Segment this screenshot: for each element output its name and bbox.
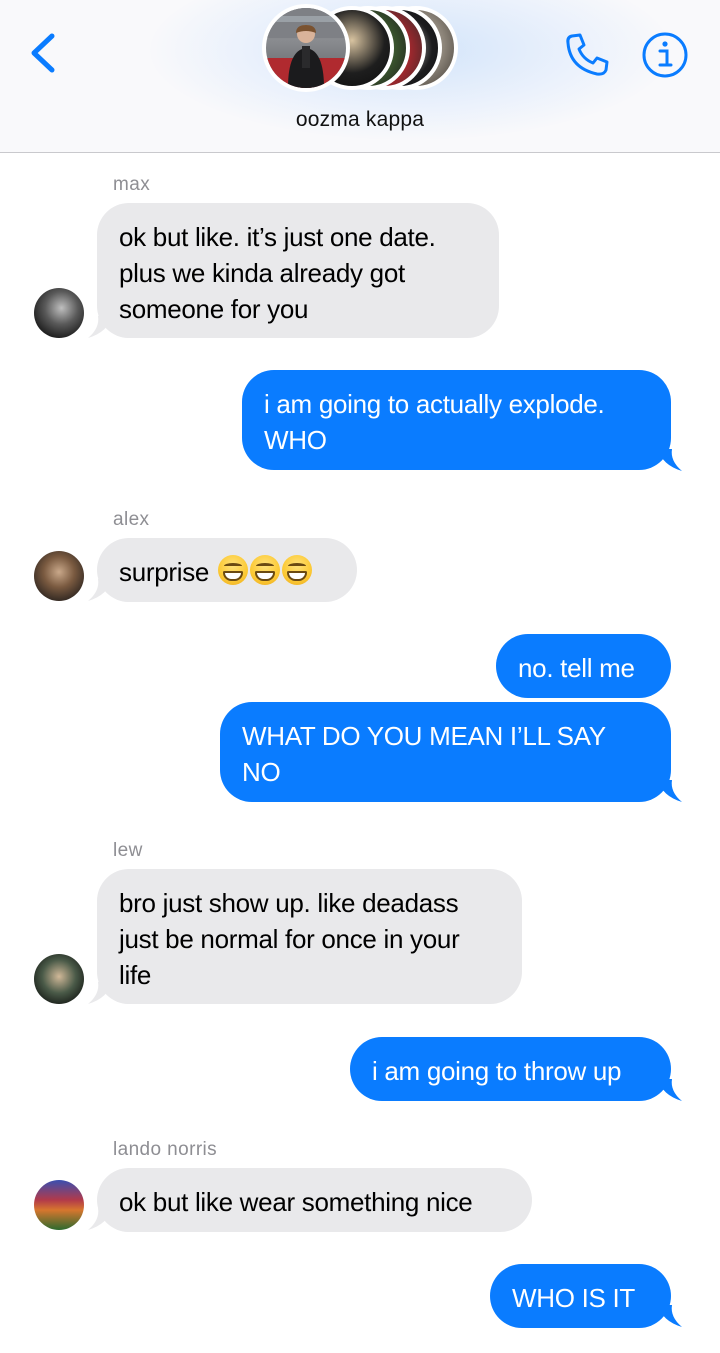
message-text: i am going to throw up	[372, 1056, 622, 1086]
message-line: life	[119, 960, 152, 990]
message-bubble[interactable]: i am going to throw up	[350, 1037, 671, 1101]
message-text: ok but like wear something nice	[119, 1187, 473, 1217]
message-line: ok but like. it’s just one date.	[119, 222, 436, 252]
message-bubble[interactable]: WHAT DO YOU MEAN I’LL SAY NO	[220, 702, 671, 802]
info-icon	[642, 32, 688, 78]
grinning-face-icon	[282, 555, 313, 585]
group-name[interactable]: oozma kappa	[0, 108, 720, 132]
message-text: surprise	[119, 557, 210, 587]
sender-name: max	[113, 174, 151, 195]
call-button[interactable]	[562, 30, 612, 80]
group-primary-avatar	[262, 4, 350, 92]
message-bubble[interactable]: WHO IS IT	[490, 1264, 671, 1328]
message-bubble[interactable]: i am going to actually explode. WHO	[242, 370, 671, 470]
message-line: bro just show up. like deadass	[119, 888, 459, 918]
grinning-face-icon	[250, 555, 281, 585]
message-bubble[interactable]: surprise	[97, 538, 357, 602]
message-bubble[interactable]: bro just show up. like deadass just be n…	[97, 869, 522, 1004]
message-line: just be normal for once in your	[119, 924, 460, 954]
sender-name: lando norris	[113, 1139, 218, 1160]
info-button[interactable]	[640, 30, 690, 80]
message-line: i am going to actually explode.	[264, 389, 605, 419]
message-line: NO	[242, 757, 281, 787]
message-line: WHAT DO YOU MEAN I’LL SAY	[242, 721, 606, 751]
message-bubble[interactable]: no. tell me	[496, 634, 671, 698]
sender-avatar[interactable]	[34, 1180, 84, 1230]
sender-avatar[interactable]	[34, 954, 84, 1004]
group-avatar-stack[interactable]	[262, 4, 462, 96]
sender-name: lew	[113, 840, 143, 861]
message-text: no. tell me	[518, 653, 635, 683]
back-button[interactable]	[22, 28, 62, 78]
message-line: WHO	[264, 425, 327, 455]
sender-avatar[interactable]	[34, 288, 84, 338]
message-bubble[interactable]: ok but like. it’s just one date. plus we…	[97, 203, 499, 338]
chevron-left-icon	[31, 33, 55, 73]
sender-name: alex	[113, 509, 150, 530]
message-line: someone for you	[119, 294, 309, 324]
message-text: WHO IS IT	[512, 1283, 635, 1313]
message-bubble[interactable]: ok but like wear something nice	[97, 1168, 532, 1232]
conversation-header: oozma kappa	[0, 0, 720, 153]
message-line: plus we kinda already got	[119, 258, 405, 288]
sender-avatar[interactable]	[34, 551, 84, 601]
phone-icon	[566, 33, 609, 76]
grinning-face-icon	[218, 555, 249, 585]
